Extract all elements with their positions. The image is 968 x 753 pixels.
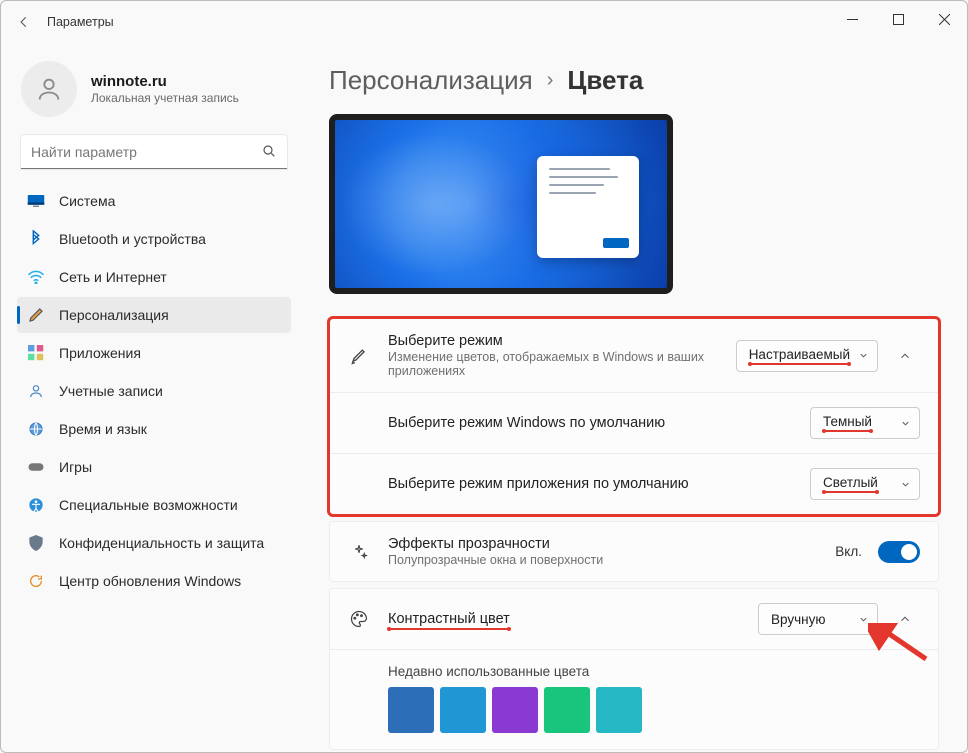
- apps-icon: [27, 344, 45, 362]
- chevron-down-icon: [900, 418, 911, 429]
- paintbrush-icon: [27, 306, 45, 324]
- chevron-down-icon: [858, 350, 869, 361]
- shield-icon: [27, 534, 45, 552]
- breadcrumb-parent[interactable]: Персонализация: [329, 65, 533, 96]
- breadcrumb-current: Цвета: [567, 65, 643, 96]
- profile-subtitle: Локальная учетная запись: [91, 91, 239, 105]
- window-title: Параметры: [39, 15, 114, 29]
- mode-group: Выберите режим Изменение цветов, отображ…: [329, 318, 939, 515]
- nav-personalization[interactable]: Персонализация: [17, 297, 291, 333]
- color-swatch[interactable]: [596, 687, 642, 733]
- nav-label: Система: [59, 193, 115, 209]
- close-button[interactable]: [921, 1, 967, 37]
- update-icon: [27, 572, 45, 590]
- expand-toggle[interactable]: [890, 604, 920, 634]
- app-mode-value: Светлый: [823, 475, 878, 493]
- accent-dropdown[interactable]: Вручную: [758, 603, 878, 635]
- globe-icon: [27, 420, 45, 438]
- gamepad-icon: [27, 458, 45, 476]
- row-transparency[interactable]: Эффекты прозрачности Полупрозрачные окна…: [330, 522, 938, 581]
- chevron-down-icon: [858, 614, 869, 625]
- row-accent-color[interactable]: Контрастный цвет Вручную: [330, 589, 938, 649]
- profile-name: winnote.ru: [91, 73, 239, 90]
- avatar-icon: [21, 61, 77, 117]
- profile-info: winnote.ru Локальная учетная запись: [91, 73, 239, 105]
- nav-label: Центр обновления Windows: [59, 573, 241, 589]
- content-area: Персонализация › Цвета Выберите режим Из…: [301, 43, 967, 752]
- transparency-desc: Полупрозрачные окна и поверхности: [388, 553, 817, 567]
- expand-toggle[interactable]: [890, 341, 920, 371]
- sidebar: winnote.ru Локальная учетная запись Сист…: [1, 43, 301, 752]
- recent-colors-label: Недавно использованные цвета: [388, 664, 920, 679]
- nav-accessibility[interactable]: Специальные возможности: [17, 487, 291, 523]
- back-button[interactable]: [9, 7, 39, 37]
- transparency-toggle[interactable]: [878, 541, 920, 563]
- nav-label: Bluetooth и устройства: [59, 231, 206, 247]
- nav-list: Система Bluetooth и устройства Сеть и Ин…: [17, 183, 291, 599]
- nav-label: Время и язык: [59, 421, 147, 437]
- mode-value: Настраиваемый: [749, 347, 850, 365]
- row-recent-colors-label: Недавно использованные цвета: [330, 649, 938, 683]
- nav-gaming[interactable]: Игры: [17, 449, 291, 485]
- accent-value: Вручную: [771, 612, 825, 627]
- theme-preview: [329, 114, 673, 294]
- recent-colors: [330, 683, 938, 749]
- chevron-down-icon: [900, 479, 911, 490]
- nav-label: Конфиденциальность и защита: [59, 535, 264, 551]
- app-mode-label: Выберите режим приложения по умолчанию: [388, 476, 792, 492]
- brush-icon: [348, 345, 370, 367]
- color-swatch[interactable]: [388, 687, 434, 733]
- mode-dropdown[interactable]: Настраиваемый: [736, 340, 878, 372]
- window-controls: [829, 1, 967, 37]
- accent-title: Контрастный цвет: [388, 611, 510, 630]
- transparency-title: Эффекты прозрачности: [388, 536, 817, 552]
- search-input[interactable]: [21, 135, 287, 169]
- nav-label: Персонализация: [59, 307, 169, 323]
- user-icon: [27, 382, 45, 400]
- nav-accounts[interactable]: Учетные записи: [17, 373, 291, 409]
- color-swatch[interactable]: [492, 687, 538, 733]
- palette-icon: [348, 608, 370, 630]
- nav-system[interactable]: Система: [17, 183, 291, 219]
- bluetooth-icon: [27, 230, 45, 248]
- row-app-mode: Выберите режим приложения по умолчанию С…: [330, 453, 938, 514]
- titlebar: Параметры: [1, 1, 967, 43]
- minimize-button[interactable]: [829, 1, 875, 37]
- nav-label: Специальные возможности: [59, 497, 238, 513]
- breadcrumb: Персонализация › Цвета: [329, 65, 939, 96]
- nav-bluetooth[interactable]: Bluetooth и устройства: [17, 221, 291, 257]
- nav-label: Игры: [59, 459, 92, 475]
- color-swatch[interactable]: [544, 687, 590, 733]
- nav-windows-update[interactable]: Центр обновления Windows: [17, 563, 291, 599]
- accessibility-icon: [27, 496, 45, 514]
- profile-block[interactable]: winnote.ru Локальная учетная запись: [17, 55, 291, 135]
- toggle-state-label: Вкл.: [835, 544, 862, 559]
- search-box: [21, 135, 287, 169]
- app-mode-dropdown[interactable]: Светлый: [810, 468, 920, 500]
- chevron-right-icon: ›: [547, 69, 554, 92]
- mode-title: Выберите режим: [388, 333, 718, 349]
- color-swatch[interactable]: [440, 687, 486, 733]
- nav-label: Сеть и Интернет: [59, 269, 167, 285]
- nav-apps[interactable]: Приложения: [17, 335, 291, 371]
- accent-group: Контрастный цвет Вручную Недавно использ…: [329, 588, 939, 750]
- transparency-group: Эффекты прозрачности Полупрозрачные окна…: [329, 521, 939, 582]
- windows-mode-label: Выберите режим Windows по умолчанию: [388, 415, 792, 431]
- search-icon: [261, 143, 277, 159]
- monitor-icon: [27, 192, 45, 210]
- nav-network[interactable]: Сеть и Интернет: [17, 259, 291, 295]
- nav-time-language[interactable]: Время и язык: [17, 411, 291, 447]
- maximize-button[interactable]: [875, 1, 921, 37]
- windows-mode-dropdown[interactable]: Темный: [810, 407, 920, 439]
- sparkle-icon: [348, 541, 370, 563]
- windows-mode-value: Темный: [823, 414, 872, 432]
- wifi-icon: [27, 268, 45, 286]
- mode-desc: Изменение цветов, отображаемых в Windows…: [388, 350, 718, 378]
- row-choose-mode[interactable]: Выберите режим Изменение цветов, отображ…: [330, 319, 938, 392]
- nav-privacy[interactable]: Конфиденциальность и защита: [17, 525, 291, 561]
- row-windows-mode: Выберите режим Windows по умолчанию Темн…: [330, 392, 938, 453]
- nav-label: Приложения: [59, 345, 141, 361]
- nav-label: Учетные записи: [59, 383, 163, 399]
